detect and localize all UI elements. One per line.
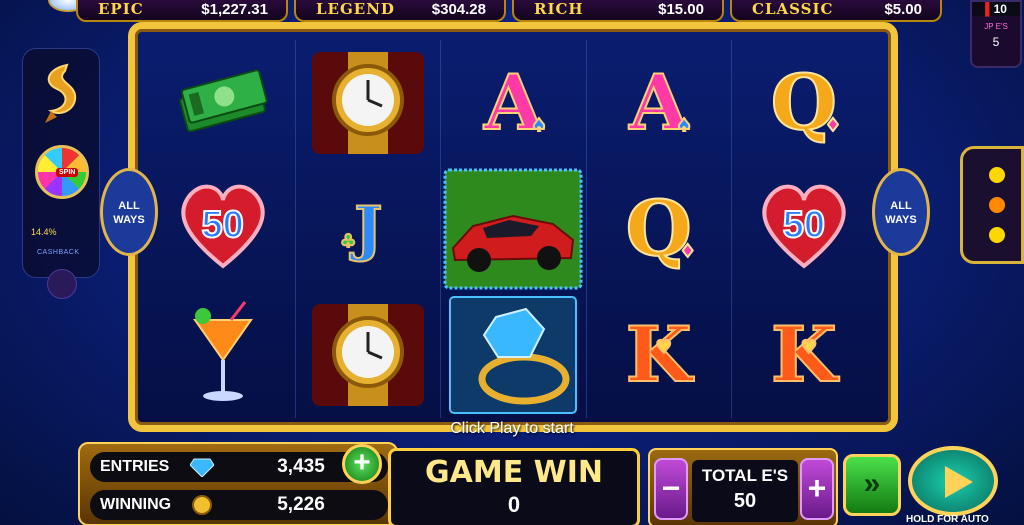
card-letter: J — [353, 194, 383, 264]
game-win-panel: GAME WIN 0 — [388, 448, 640, 525]
diamond-icon — [190, 458, 214, 477]
reel-2: J ♣ — [295, 40, 440, 418]
heart-50-icon: 50 — [744, 174, 864, 284]
jackpot-value: $15.00 — [658, 0, 704, 18]
decrease-bet-button[interactable]: − — [654, 458, 688, 520]
heart-50-icon: 50 — [163, 174, 283, 284]
all-ways-badge-right: ALL WAYS — [872, 168, 930, 256]
card-k-icon: K ♥ — [770, 316, 838, 394]
reel-cell — [441, 166, 585, 292]
heart-suit-icon: ♥ — [800, 337, 818, 358]
left-side-panel: SPIN 14.4% CASHBACK — [22, 48, 100, 299]
club-suit-icon: ♣ — [339, 231, 357, 252]
diamond-ring-icon — [449, 296, 578, 414]
jackpot-rich: RICH $15.00 — [512, 0, 724, 22]
reel-cell: A ♠ — [587, 40, 731, 166]
game-win-label: GAME WIN — [425, 455, 603, 490]
menu-dot-icon — [989, 227, 1005, 243]
reel-cell: 50 — [732, 166, 876, 292]
reel-cell — [296, 292, 440, 418]
reel-cell: Q ♦ — [587, 166, 731, 292]
diamond-suit-icon: ♦ — [679, 241, 697, 262]
side-circle-button[interactable] — [47, 269, 77, 299]
reel-cell: J ♣ — [296, 166, 440, 292]
jp-es-label: JP E'S — [984, 22, 1008, 31]
spin-wheel-icon[interactable]: SPIN — [35, 145, 89, 199]
cashback-percent: 14.4% — [31, 227, 57, 237]
winning-row: WINNING 5,226 — [90, 490, 388, 520]
jackpot-epic: EPIC $1,227.31 — [76, 0, 288, 22]
jackpot-name: LEGEND — [316, 0, 395, 18]
dragon-logo-icon[interactable] — [37, 61, 87, 131]
winning-label: WINNING — [100, 496, 172, 513]
play-icon — [945, 466, 973, 498]
bottom-controls: ENTRIES 3,435 WINNING 5,226 + GAME WIN 0… — [48, 440, 1024, 525]
cash-stack-icon — [178, 69, 268, 133]
jackpot-value: $1,227.31 — [201, 0, 268, 18]
coin-icon — [192, 495, 212, 515]
spade-suit-icon: ♠ — [675, 115, 693, 136]
jp-es-top-value: 10 — [993, 2, 1007, 16]
increase-bet-button[interactable]: + — [800, 458, 834, 520]
jackpot-name: EPIC — [98, 0, 144, 18]
menu-dot-icon — [989, 167, 1005, 183]
winning-value: 5,226 — [277, 494, 325, 515]
jackpot-bar: EPIC $1,227.31 LEGEND $304.28 RICH $15.0… — [76, 0, 942, 22]
play-button[interactable] — [908, 446, 998, 516]
card-a-icon: A ♠ — [628, 64, 693, 142]
reel-4: A ♠ Q ♦ K ♥ — [585, 40, 731, 418]
jp-es-widget[interactable]: ▌10 JP E'S 5 — [970, 0, 1022, 68]
jackpot-legend: LEGEND $304.28 — [294, 0, 506, 22]
reel-grid: 50 J ♣ A ♠ A ♠ Q ♦ K ♥ Q ♦ 50 K ♥ — [150, 40, 876, 418]
game-win-value: 0 — [507, 492, 521, 517]
card-k-icon: K ♥ — [625, 316, 693, 394]
diamond-suit-icon: ♦ — [824, 115, 842, 136]
heart-value: 50 — [200, 203, 244, 247]
jp-es-count: 5 — [992, 35, 1000, 49]
add-entries-button[interactable]: + — [342, 444, 382, 484]
reel-1: 50 — [150, 40, 295, 418]
sports-car-icon — [443, 168, 583, 290]
total-bet-value: 50 — [733, 490, 757, 512]
jackpot-classic: CLASSIC $5.00 — [730, 0, 942, 22]
spade-suit-icon: ♠ — [530, 115, 548, 136]
jackpot-value: $5.00 — [884, 0, 922, 18]
reel-cell: K ♥ — [587, 292, 731, 418]
jackpot-name: CLASSIC — [752, 0, 834, 18]
turbo-button[interactable]: » — [843, 454, 901, 516]
card-q-icon: Q ♦ — [625, 190, 697, 268]
hold-for-auto-label: HOLD FOR AUTO — [906, 514, 989, 525]
gold-watch-icon — [312, 304, 425, 406]
reel-cell: K ♥ — [732, 292, 876, 418]
total-bet-label: TOTAL E'S — [701, 466, 789, 485]
reel-cell — [441, 292, 585, 418]
menu-dot-icon — [989, 197, 1005, 213]
total-bet-display: TOTAL E'S 50 — [692, 460, 798, 522]
reel-5: Q ♦ 50 K ♥ — [730, 40, 876, 418]
cashback-label: CASHBACK — [37, 249, 80, 256]
reel-cell — [150, 40, 295, 166]
reel-cell — [296, 40, 440, 166]
card-j-icon: J ♣ — [339, 198, 383, 260]
cocktail-icon — [192, 301, 253, 401]
entries-label: ENTRIES — [100, 458, 170, 475]
heart-suit-icon: ♥ — [655, 337, 673, 358]
menu-dots-button[interactable] — [960, 146, 1024, 264]
card-a-icon: A ♠ — [483, 64, 548, 142]
reel-cell: A ♠ — [441, 40, 585, 166]
spin-label: SPIN — [56, 168, 79, 177]
reel-3: A ♠ — [440, 40, 585, 418]
play-hint-text: Click Play to start — [450, 420, 574, 437]
card-q-icon: Q ♦ — [770, 64, 842, 142]
reel-cell — [150, 292, 295, 418]
heart-value: 50 — [782, 203, 826, 247]
total-bet-panel: − TOTAL E'S 50 + — [648, 448, 838, 525]
reel-cell: 50 — [150, 166, 295, 292]
jp-es-top: ▌10 — [972, 2, 1020, 16]
jackpot-name: RICH — [534, 0, 584, 18]
gold-watch-icon — [312, 52, 425, 154]
jackpot-value: $304.28 — [431, 0, 486, 18]
reel-cell: Q ♦ — [732, 40, 876, 166]
